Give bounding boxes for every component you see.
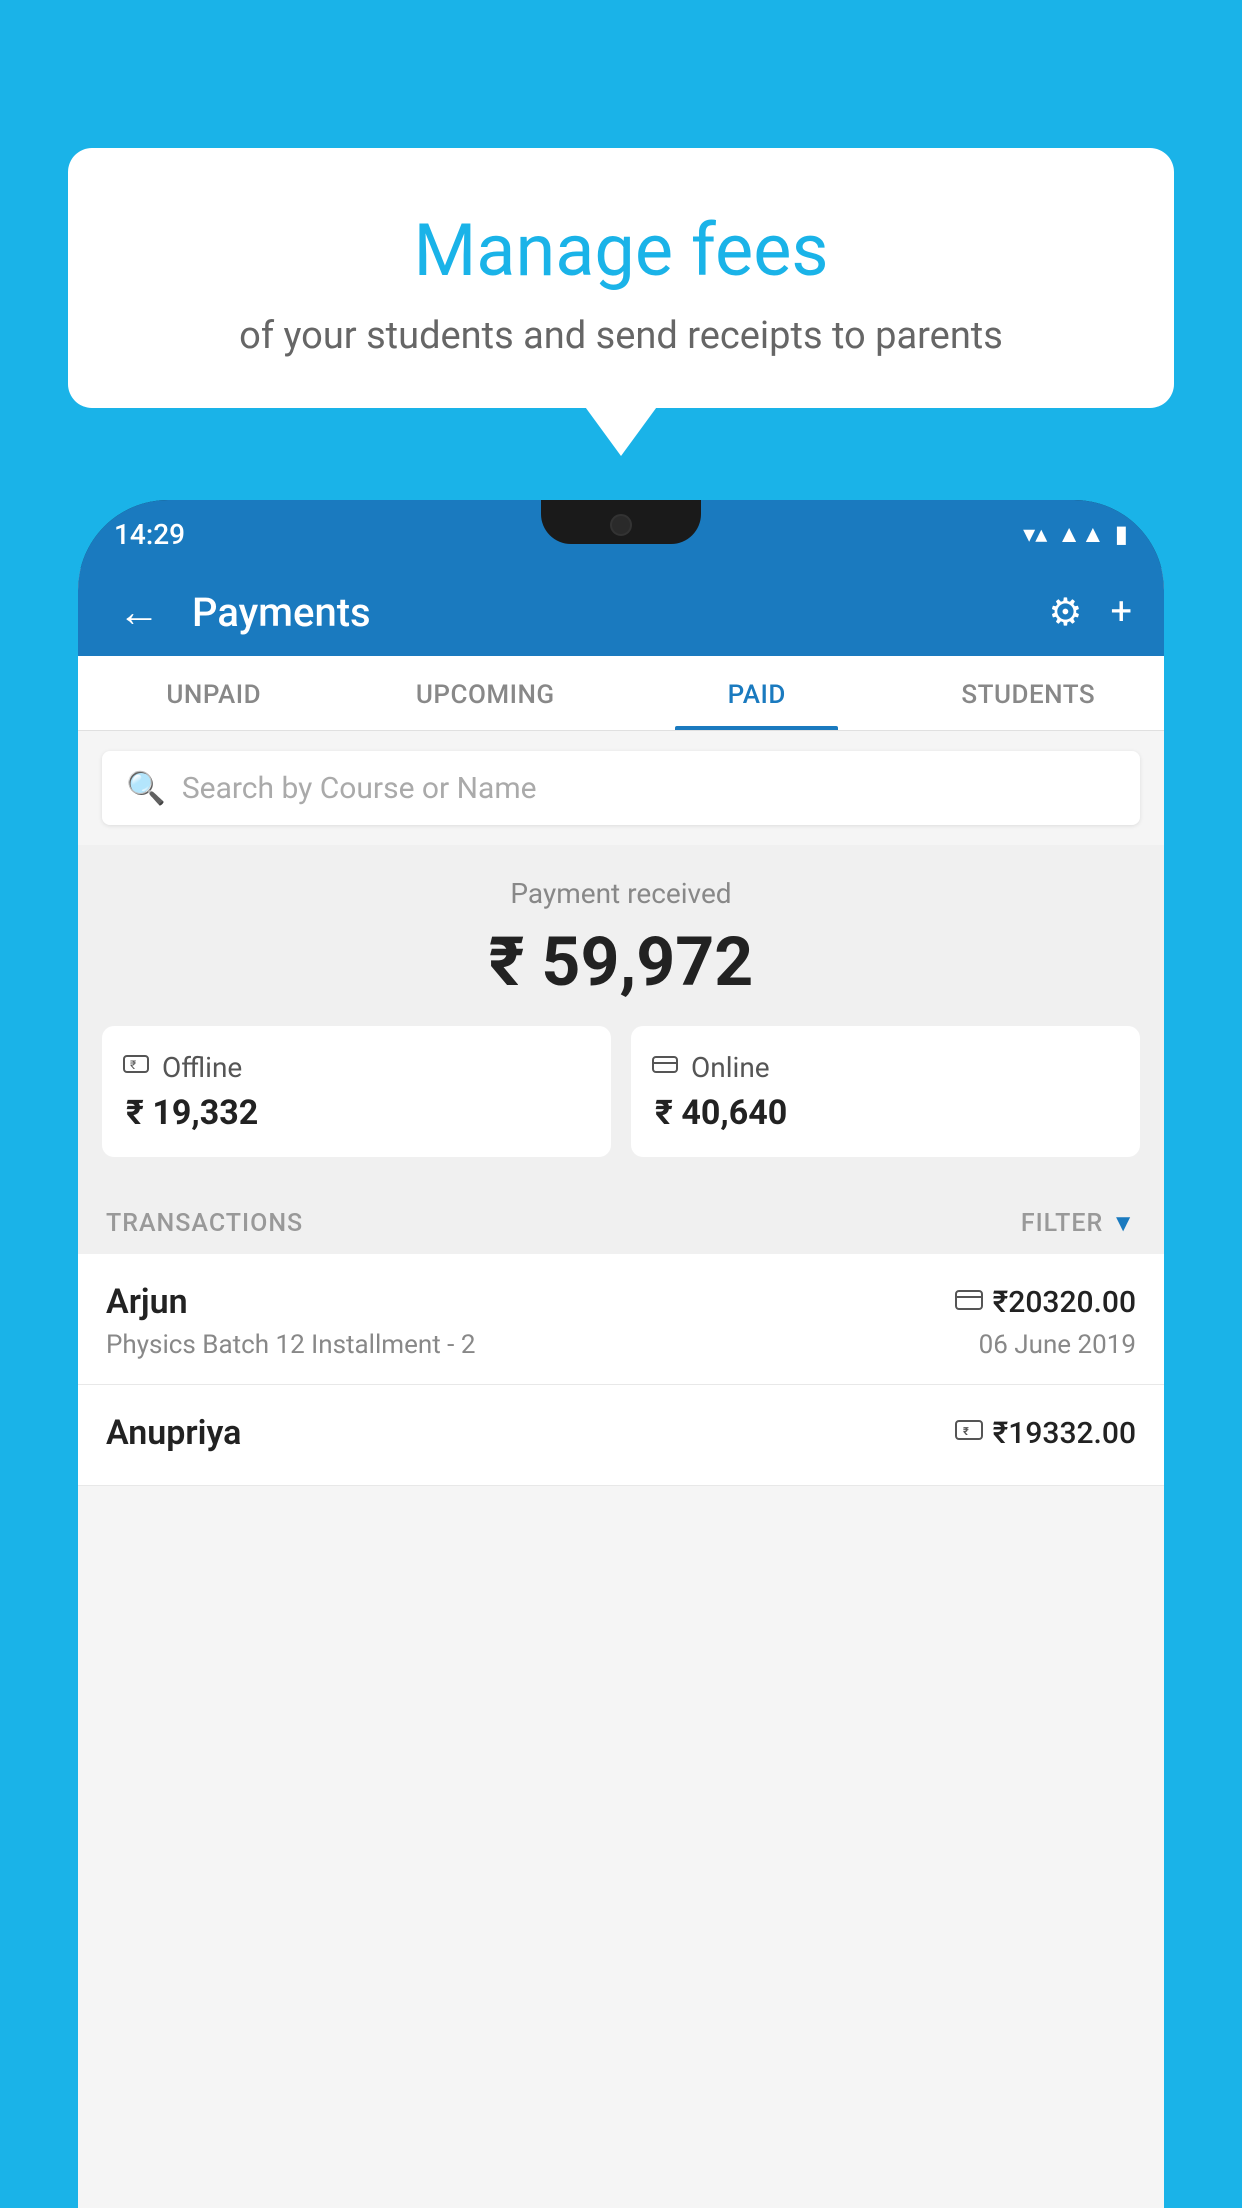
search-icon: 🔍	[126, 769, 166, 807]
payment-received-label: Payment received	[102, 877, 1140, 910]
tabs-bar: UNPAID UPCOMING PAID STUDENTS	[78, 656, 1164, 731]
transactions-label: TRANSACTIONS	[106, 1209, 303, 1238]
online-label: Online	[691, 1051, 770, 1084]
transaction-amount-wrap: ₹ ₹19332.00	[955, 1416, 1136, 1451]
table-row[interactable]: Anupriya ₹ ₹19332.00	[78, 1385, 1164, 1486]
plus-icon[interactable]: +	[1110, 590, 1132, 634]
tab-students[interactable]: STUDENTS	[893, 656, 1165, 730]
transactions-header: TRANSACTIONS FILTER ▼	[78, 1185, 1164, 1254]
status-icons: ▾▴ ▲▲ ▮	[1023, 520, 1128, 549]
tab-upcoming[interactable]: UPCOMING	[350, 656, 622, 730]
search-input[interactable]: Search by Course or Name	[182, 771, 537, 806]
transaction-amount-wrap: ₹20320.00	[955, 1285, 1136, 1320]
tab-paid[interactable]: PAID	[621, 656, 893, 730]
payment-total-amount: ₹ 59,972	[102, 922, 1140, 1002]
transaction-list: Arjun ₹20320.00 Physics	[78, 1254, 1164, 1486]
app-screen: ← Payments ⚙ + UNPAID UPCOMING PAID	[78, 568, 1164, 2208]
camera	[610, 514, 632, 536]
transaction-name: Arjun	[106, 1282, 188, 1322]
search-bar[interactable]: 🔍 Search by Course or Name	[102, 751, 1140, 825]
top-bar-actions: ⚙ +	[1048, 590, 1132, 635]
payment-summary: Payment received ₹ 59,972 ₹	[78, 845, 1164, 1185]
online-icon	[651, 1050, 679, 1085]
status-time: 14:29	[114, 518, 185, 551]
table-row[interactable]: Arjun ₹20320.00 Physics	[78, 1254, 1164, 1385]
tab-unpaid[interactable]: UNPAID	[78, 656, 350, 730]
svg-text:₹: ₹	[130, 1058, 136, 1072]
filter-button[interactable]: FILTER ▼	[1021, 1209, 1136, 1238]
transaction-amount: ₹20320.00	[993, 1285, 1136, 1320]
cash-icon: ₹	[955, 1418, 983, 1448]
signal-icon: ▲▲	[1057, 520, 1105, 549]
offline-payment-card: ₹ Offline ₹ 19,332	[102, 1026, 611, 1157]
svg-text:₹: ₹	[963, 1425, 969, 1438]
online-payment-card: Online ₹ 40,640	[631, 1026, 1140, 1157]
bubble-title: Manage fees	[108, 208, 1134, 294]
notch	[541, 500, 701, 544]
status-bar: 14:29 ▾▴ ▲▲ ▮	[78, 500, 1164, 568]
transaction-name: Anupriya	[106, 1413, 241, 1453]
back-button[interactable]: ←	[110, 580, 168, 645]
bubble-subtitle: of your students and send receipts to pa…	[108, 314, 1134, 358]
card-icon	[955, 1287, 983, 1317]
payment-cards: ₹ Offline ₹ 19,332	[102, 1026, 1140, 1157]
speech-bubble: Manage fees of your students and send re…	[68, 148, 1174, 408]
offline-icon: ₹	[122, 1050, 150, 1085]
filter-label: FILTER	[1021, 1209, 1103, 1238]
transaction-date: 06 June 2019	[979, 1330, 1136, 1360]
transaction-amount: ₹19332.00	[993, 1416, 1136, 1451]
offline-label: Offline	[162, 1051, 242, 1084]
top-bar: ← Payments ⚙ +	[78, 568, 1164, 656]
page-title: Payments	[192, 589, 1024, 636]
gear-icon[interactable]: ⚙	[1048, 590, 1082, 635]
phone-frame: 14:29 ▾▴ ▲▲ ▮ ← Payments ⚙ +	[78, 500, 1164, 2208]
filter-icon: ▼	[1111, 1209, 1136, 1238]
offline-amount: ₹ 19,332	[122, 1093, 258, 1133]
transaction-detail: Physics Batch 12 Installment - 2	[106, 1330, 475, 1360]
wifi-icon: ▾▴	[1023, 520, 1047, 548]
online-amount: ₹ 40,640	[651, 1093, 787, 1133]
battery-icon: ▮	[1115, 520, 1128, 548]
